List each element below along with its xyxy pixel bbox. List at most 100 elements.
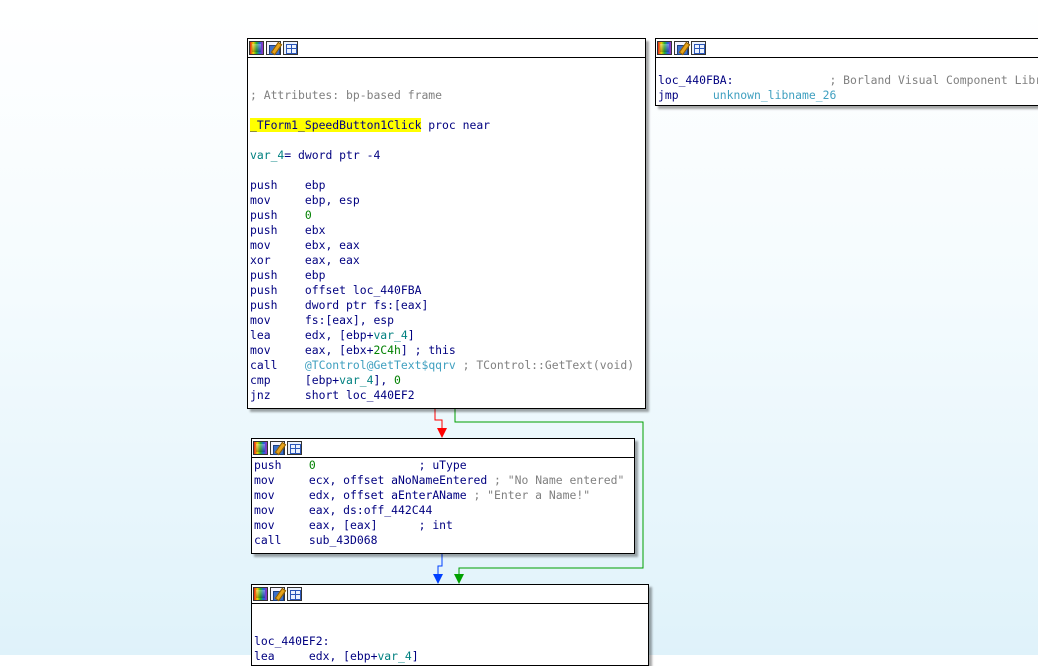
code-token: dword ptr fs:[eax] <box>304 298 429 312</box>
code-line[interactable]: ; Attributes: bp-based frame <box>250 88 645 103</box>
node-color-icon[interactable] <box>253 587 268 601</box>
code-line[interactable]: push ebp <box>250 268 645 283</box>
code-token: edx, [ebp+ <box>308 649 378 663</box>
rename-icon[interactable] <box>674 41 689 55</box>
code-line[interactable] <box>250 103 645 118</box>
code-token: ] <box>400 343 415 357</box>
code-line[interactable]: push dword ptr fs:[eax] <box>250 298 645 313</box>
code-token: xor <box>250 253 305 267</box>
code-line[interactable]: lea edx, [ebp+var_4] <box>250 328 645 343</box>
code-line[interactable]: mov ecx, offset aNoNameEntered ; "No Nam… <box>254 473 634 488</box>
code-token: call <box>254 533 309 547</box>
code-token: push <box>254 458 309 472</box>
code-line[interactable]: lea edx, [ebp+var_4] <box>254 649 648 664</box>
code-token: mov <box>254 488 309 502</box>
code-line[interactable] <box>658 58 1038 73</box>
code-token: mov <box>254 518 309 532</box>
code-token: push <box>250 298 305 312</box>
code-line[interactable]: loc_440EF2: <box>254 634 648 649</box>
code-line[interactable]: var_4= dword ptr -4 <box>250 148 645 163</box>
code-line[interactable]: mov ebx, eax <box>250 238 645 253</box>
code-token: ebp <box>304 178 326 192</box>
graph-view-icon[interactable] <box>691 41 706 55</box>
code-line[interactable]: mov eax, ds:off_442C44 <box>254 503 634 518</box>
code-token: mov <box>250 313 305 327</box>
code-token: sub_43D068 <box>308 533 378 547</box>
code-line[interactable]: loc_440FBA: ; Borland Visual Component L… <box>658 73 1038 88</box>
code-line[interactable]: call sub_43D068 <box>254 533 634 548</box>
code-token: loc_440EF2: <box>254 634 330 648</box>
code-line[interactable]: call @TControl@GetText$qqrv ; TControl::… <box>250 358 645 373</box>
code-line[interactable] <box>250 163 645 178</box>
code-token: push <box>250 268 305 282</box>
code-line[interactable] <box>250 73 645 88</box>
node-color-icon[interactable] <box>253 441 268 455</box>
code-token: ] <box>411 649 419 663</box>
code-line[interactable] <box>254 619 648 634</box>
node-color-icon[interactable] <box>249 41 264 55</box>
code-token: var_4 <box>250 148 285 162</box>
graph-node-msgbox[interactable]: push 0 ; uType mov ecx, offset aNoNameEnt… <box>251 438 635 554</box>
code-token: ; this <box>414 343 456 357</box>
code-line[interactable]: mov ebp, esp <box>250 193 645 208</box>
graph-view-icon[interactable] <box>283 41 298 55</box>
node-code: push 0 ; uType mov ecx, offset aNoNameEnt… <box>252 458 634 548</box>
code-token: ; uType <box>315 458 467 472</box>
graph-node-handler[interactable]: loc_440FBA: ; Borland Visual Component L… <box>655 38 1038 106</box>
code-line[interactable]: mov eax, [ebx+2C4h] ; this <box>250 343 645 358</box>
code-line[interactable]: push ebx <box>250 223 645 238</box>
code-line[interactable]: jmp unknown_libname_26 <box>658 88 1038 103</box>
node-header <box>252 585 648 604</box>
code-token: mov <box>250 193 305 207</box>
rename-icon[interactable] <box>266 41 281 55</box>
graph-node-main[interactable]: ; Attributes: bp-based frame _TForm1_Spee… <box>247 38 646 409</box>
code-line[interactable]: push 0 ; uType <box>254 458 634 473</box>
node-color-icon[interactable] <box>657 41 672 55</box>
code-token: ] <box>407 328 415 342</box>
code-token: eax, eax <box>304 253 360 267</box>
code-token: 0 <box>304 208 312 222</box>
code-line[interactable] <box>250 58 645 73</box>
code-token: jmp <box>658 88 713 102</box>
code-token: call <box>250 358 305 372</box>
graph-view-icon[interactable] <box>287 441 302 455</box>
code-text: ; Attributes: bp-based frame <box>250 88 443 102</box>
code-line[interactable]: cmp [ebp+var_4], 0 <box>250 373 645 388</box>
code-line[interactable]: xor eax, eax <box>250 253 645 268</box>
code-line[interactable] <box>254 604 648 619</box>
code-token: ecx, offset aNoNameEntered <box>308 473 488 487</box>
code-token: ebp, esp <box>304 193 360 207</box>
code-line[interactable] <box>250 133 645 148</box>
code-token: proc near <box>421 118 491 132</box>
code-token: 0 <box>308 458 316 472</box>
code-token: ebp <box>304 268 326 282</box>
code-token: mov <box>250 343 305 357</box>
code-token: var_4 <box>377 649 412 663</box>
rename-icon[interactable] <box>270 441 285 455</box>
code-line[interactable]: push ebp <box>250 178 645 193</box>
graph-node-tail[interactable]: loc_440EF2: lea edx, [ebp+var_4] <box>251 584 649 666</box>
code-line[interactable]: mov edx, offset aEnterAName ; "Enter a N… <box>254 488 634 503</box>
code-token: ], <box>373 373 395 387</box>
code-token: ebx, eax <box>304 238 360 252</box>
code-token: = dword ptr -4 <box>284 148 381 162</box>
code-line[interactable]: push 0 <box>250 208 645 223</box>
code-line[interactable]: _TForm1_SpeedButton1Click proc near <box>250 118 645 133</box>
code-line[interactable]: push offset loc_440FBA <box>250 283 645 298</box>
code-token: @TControl@GetText$qqrv <box>304 358 456 372</box>
code-token: push <box>250 223 305 237</box>
edge-fallthrough <box>437 553 443 576</box>
code-token: edx, offset aEnterAName <box>308 488 467 502</box>
code-token: lea <box>254 649 309 663</box>
code-line[interactable]: jnz short loc_440EF2 <box>250 388 645 403</box>
node-code: loc_440FBA: ; Borland Visual Component L… <box>656 58 1038 103</box>
code-token: mov <box>254 503 309 517</box>
code-line[interactable]: mov fs:[eax], esp <box>250 313 645 328</box>
code-token: ; "Enter a Name!" <box>466 488 591 502</box>
code-line[interactable]: mov eax, [eax] ; int <box>254 518 634 533</box>
graph-view-icon[interactable] <box>287 587 302 601</box>
code-token: ; "No Name entered" <box>487 473 625 487</box>
code-token: ; TControl::GetText(void) <box>455 358 635 372</box>
node-header <box>252 439 634 458</box>
rename-icon[interactable] <box>270 587 285 601</box>
